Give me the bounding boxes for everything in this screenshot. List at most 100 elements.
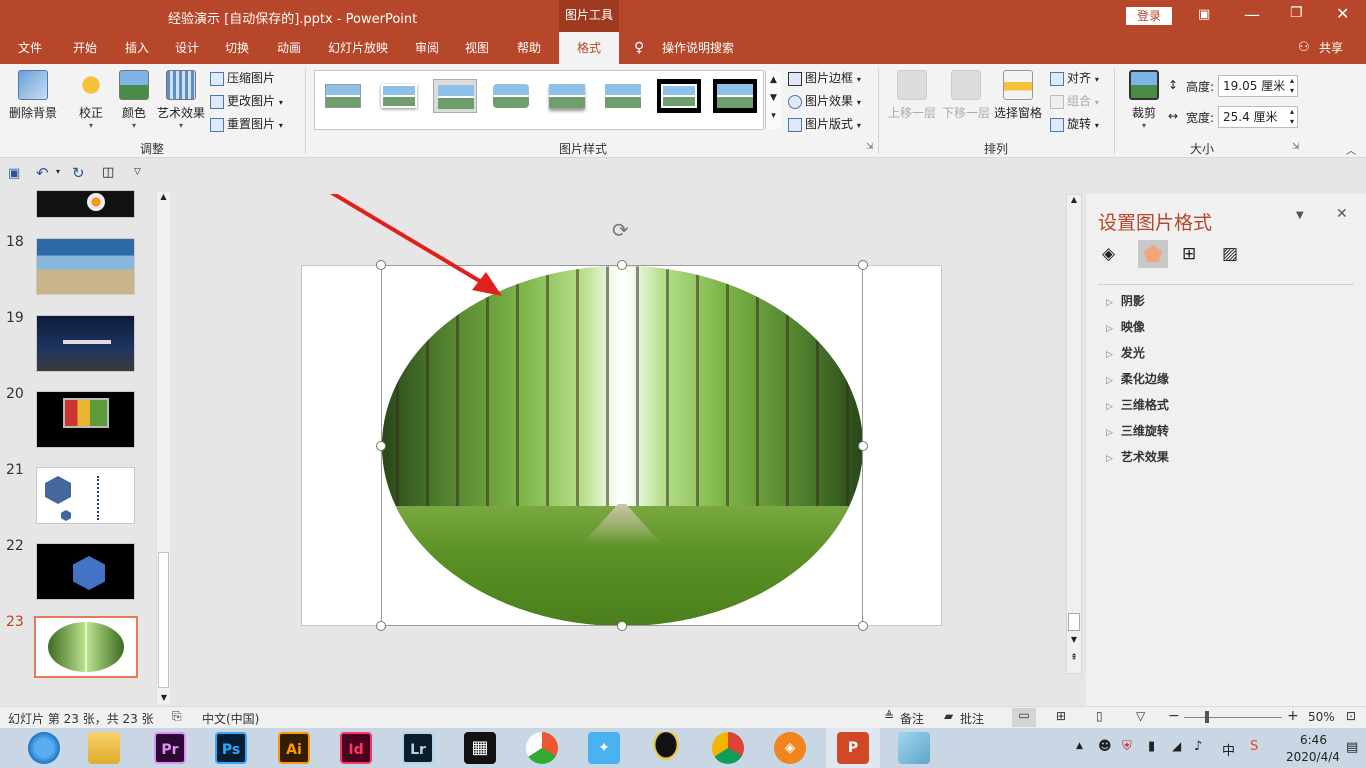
corrections-button[interactable]: 校正 ▾ — [70, 70, 112, 130]
scroll-thumb[interactable] — [158, 552, 169, 688]
ime-indicator[interactable]: 中 — [1222, 740, 1235, 759]
tab-slideshow[interactable]: 幻灯片放映 — [320, 32, 396, 64]
gallery-more-icon[interactable]: ▾ — [766, 107, 781, 125]
section-glow[interactable]: ▷ 发光 — [1106, 344, 1145, 361]
clock-time[interactable]: 6:46 — [1300, 733, 1327, 747]
change-picture-button[interactable]: 更改图片 ▾ — [210, 91, 283, 111]
close-pane-icon[interactable]: ✕ — [1336, 206, 1348, 222]
spinner-icon[interactable]: ▴ ▾ — [1290, 107, 1294, 127]
lightroom-icon[interactable]: Lr — [402, 732, 434, 764]
reading-view-icon[interactable]: ▯ — [1096, 709, 1103, 723]
picture-style-8[interactable] — [713, 79, 757, 113]
slide-scrollbar[interactable]: ▲ ▼ ⇞ — [1066, 194, 1082, 674]
picture-style-4[interactable] — [489, 79, 533, 113]
comments-button[interactable]: 批注 — [960, 710, 984, 727]
send-backward-button[interactable]: 下移一层 — [940, 70, 992, 121]
picture-border-button[interactable]: 图片边框 ▾ — [788, 68, 861, 88]
remove-background-button[interactable]: 删除背景 — [6, 70, 60, 121]
width-input[interactable]: 25.4 厘米 ▴ ▾ — [1218, 106, 1298, 128]
artistic-effects-button[interactable]: 艺术效果 ▾ — [154, 70, 208, 130]
picture-style-1[interactable] — [321, 79, 365, 113]
height-input[interactable]: 19.05 厘米 ▴ ▾ — [1218, 75, 1298, 97]
photoshop-icon[interactable]: Ps — [215, 732, 247, 764]
dialog-launcher-icon[interactable]: ⇲ — [1292, 142, 1300, 152]
powerpoint-taskbar-item[interactable]: P — [826, 728, 880, 768]
tell-me-search[interactable]: 操作说明搜索 — [656, 32, 740, 64]
section-artistic-effects[interactable]: ▷ 艺术效果 — [1106, 448, 1169, 465]
tab-help[interactable]: 帮助 — [508, 32, 550, 64]
tab-insert[interactable]: 插入 — [116, 32, 158, 64]
zoom-out-icon[interactable]: − — [1168, 708, 1180, 724]
tab-review[interactable]: 审阅 — [406, 32, 448, 64]
zoom-slider[interactable] — [1184, 717, 1282, 718]
pane-options-icon[interactable]: ▼ — [1296, 210, 1304, 221]
scroll-thumb[interactable] — [1068, 613, 1080, 631]
size-properties-icon[interactable]: ⊞ — [1182, 244, 1196, 264]
tab-format[interactable]: 格式 — [559, 32, 619, 64]
slide-sorter-icon[interactable]: ⊞ — [1056, 709, 1066, 723]
slide-thumbnail-23[interactable] — [34, 616, 138, 678]
login-button[interactable]: 登录 — [1126, 7, 1172, 25]
section-soft-edges[interactable]: ▷ 柔化边缘 — [1106, 370, 1169, 387]
minimize-icon[interactable]: — — [1244, 5, 1260, 24]
compress-pictures-button[interactable]: 压缩图片 — [210, 68, 275, 88]
redo-icon[interactable]: ↻ — [72, 164, 85, 182]
slideshow-icon[interactable]: ▽ — [1136, 709, 1145, 723]
picture-style-5[interactable] — [545, 79, 589, 113]
slide-thumbnail-17[interactable] — [36, 190, 135, 218]
close-icon[interactable]: ✕ — [1336, 4, 1349, 23]
clock-date[interactable]: 2020/4/4 — [1286, 750, 1340, 764]
media-player-icon[interactable]: ◈ — [774, 732, 806, 764]
chevron-down-icon[interactable]: ▼ — [766, 89, 781, 107]
crop-button[interactable]: 裁剪 ▾ — [1124, 70, 1164, 130]
slide-thumbnail-18[interactable] — [36, 238, 135, 295]
zoom-slider-thumb[interactable] — [1205, 711, 1209, 723]
indesign-icon[interactable]: Id — [340, 732, 372, 764]
battery-icon[interactable]: ▮ — [1148, 739, 1155, 754]
zoom-level[interactable]: 50% — [1308, 710, 1335, 724]
reset-picture-button[interactable]: 重置图片 ▾ — [210, 114, 283, 134]
umbrella-app-icon[interactable] — [526, 732, 558, 764]
restore-icon[interactable]: ❐ — [1290, 5, 1303, 21]
language-indicator[interactable]: 中文(中国) — [202, 710, 259, 727]
security-tray-icon[interactable]: ⛨ — [1122, 739, 1132, 754]
tab-design[interactable]: 设计 — [166, 32, 208, 64]
tab-transitions[interactable]: 切换 — [216, 32, 258, 64]
normal-view-button[interactable]: ▭ — [1012, 708, 1036, 727]
chat-bot-icon[interactable]: ✦ — [588, 732, 620, 764]
chevron-up-icon[interactable]: ▲ — [1067, 195, 1081, 204]
notes-button[interactable]: 备注 — [900, 710, 924, 727]
chevron-up-icon[interactable]: ▲ — [766, 71, 781, 89]
section-shadow[interactable]: ▷ 阴影 — [1106, 292, 1145, 309]
fit-to-window-icon[interactable]: ⊡ — [1346, 709, 1356, 723]
bring-forward-button[interactable]: 上移一层 — [886, 70, 938, 121]
effects-tab[interactable] — [1138, 240, 1168, 268]
picture-style-7[interactable] — [657, 79, 701, 113]
qq-tray-icon[interactable]: ☻ — [1098, 739, 1112, 754]
chevron-down-icon[interactable]: ▼ — [157, 693, 171, 702]
slide-thumbnail-20[interactable] — [36, 391, 135, 448]
spellcheck-icon[interactable]: ⎘ — [172, 709, 182, 724]
chevron-down-icon[interactable]: ▼ — [1067, 635, 1081, 644]
start-presentation-icon[interactable]: ◫ — [102, 165, 114, 180]
ribbon-display-icon[interactable]: ▣ — [1198, 7, 1210, 22]
slide-thumbnail-21[interactable] — [36, 467, 135, 524]
section-3d-format[interactable]: ▷ 三维格式 — [1106, 396, 1169, 413]
fill-line-icon[interactable]: ◈ — [1102, 244, 1115, 264]
spinner-icon[interactable]: ▴ ▾ — [1290, 76, 1294, 96]
section-reflection[interactable]: ▷ 映像 — [1106, 318, 1145, 335]
previous-slide-icon[interactable]: ⇞ — [1067, 653, 1081, 663]
slide-thumbnail-22[interactable] — [36, 543, 135, 600]
tab-view[interactable]: 视图 — [456, 32, 498, 64]
illustrator-icon[interactable]: Ai — [278, 732, 310, 764]
tab-animations[interactable]: 动画 — [268, 32, 310, 64]
tab-file[interactable]: 文件 — [10, 32, 50, 64]
file-explorer-icon[interactable] — [88, 732, 120, 764]
picture-style-3[interactable] — [433, 79, 477, 113]
save-icon[interactable]: ▣ — [8, 166, 20, 181]
premiere-icon[interactable]: Pr — [154, 732, 186, 764]
gallery-scroll[interactable]: ▲ ▼ ▾ — [765, 71, 781, 129]
undo-icon[interactable]: ↶ — [36, 164, 49, 182]
network-icon[interactable]: ◢ — [1172, 739, 1181, 753]
browser-icon[interactable] — [28, 732, 60, 764]
